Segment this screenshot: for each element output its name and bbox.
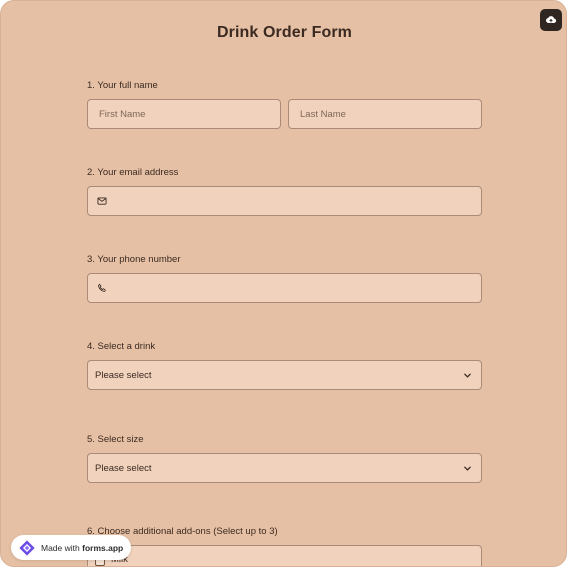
addon-option-milk[interactable]: Milk (87, 545, 482, 566)
phone-icon (96, 282, 108, 294)
question-label-email: 2. Your email address (87, 167, 179, 178)
first-name-placeholder: First Name (99, 108, 146, 120)
badge-brand: forms.app (82, 542, 124, 553)
email-field[interactable] (87, 186, 482, 216)
question-label-full-name: 1. Your full name (87, 80, 158, 91)
form-page: Drink Order Form 1. Your full name First… (0, 0, 567, 567)
form-title: Drink Order Form (217, 24, 352, 41)
question-label-drink: 4. Select a drink (87, 341, 156, 352)
badge-text: Made with forms.app (41, 543, 123, 553)
question-label-phone: 3. Your phone number (87, 254, 181, 265)
first-name-input[interactable]: First Name (87, 99, 281, 129)
last-name-input[interactable]: Last Name (288, 99, 482, 129)
drink-select-value: Please select (95, 369, 152, 381)
made-with-badge[interactable]: Made with forms.app (11, 535, 131, 560)
phone-field[interactable] (87, 273, 482, 303)
last-name-placeholder: Last Name (300, 108, 346, 120)
forms-app-logo-icon (19, 539, 35, 556)
question-label-size: 5. Select size (87, 434, 144, 445)
chevron-down-icon (464, 373, 471, 378)
drink-select[interactable]: Please select (87, 360, 482, 390)
chevron-down-icon (464, 466, 471, 471)
mail-icon (96, 195, 108, 207)
size-select-value: Please select (95, 462, 152, 474)
badge-prefix: Made with (41, 542, 83, 553)
size-select[interactable]: Please select (87, 453, 482, 483)
